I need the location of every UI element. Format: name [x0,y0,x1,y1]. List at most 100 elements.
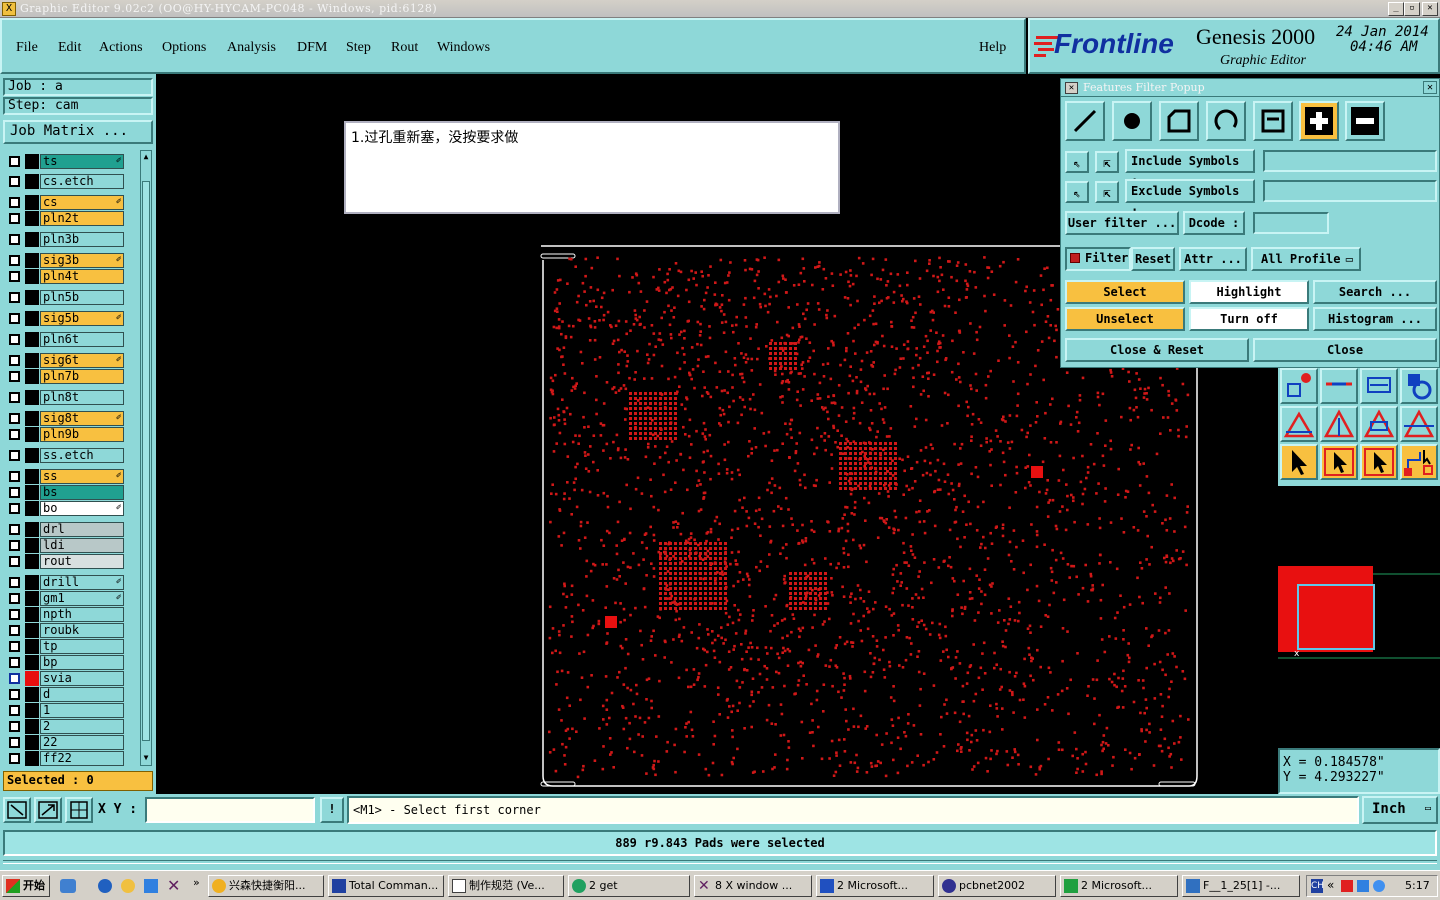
menu-analysis[interactable]: Analysis [227,40,276,56]
layer-color-swatch[interactable] [25,269,39,284]
layer-color-swatch[interactable] [25,485,39,500]
layer-name[interactable]: cs [40,195,124,210]
layer-name[interactable]: pln3b [40,232,124,247]
layer-color-swatch[interactable] [25,253,39,268]
layer-checkbox[interactable] [9,392,20,403]
layer-checkbox[interactable] [9,271,20,282]
layer-checkbox[interactable] [9,313,20,324]
layer-name[interactable]: ts [40,154,124,169]
delta-tool-4[interactable] [1400,406,1438,442]
layer-row[interactable]: sig8t ✐ [6,411,124,426]
layer-color-swatch[interactable] [25,195,39,210]
layer-checkbox[interactable] [9,234,20,245]
select-pointer-tool[interactable] [1280,444,1318,480]
include-popup-button[interactable]: ⇱ [1095,151,1119,173]
layer-row[interactable]: bs [6,485,124,500]
close-window-button[interactable]: ✕ [1422,2,1438,16]
xy-input[interactable] [145,797,315,823]
menu-windows[interactable]: Windows [437,40,490,56]
layer-row[interactable]: bp [6,655,124,670]
layer-color-swatch[interactable] [25,332,39,347]
select-button[interactable]: Select [1065,280,1185,304]
layer-row[interactable]: ts ✐ [6,154,124,169]
layer-color-swatch[interactable] [25,575,39,590]
pointer-frame-tool[interactable] [1360,444,1398,480]
menu-file[interactable]: File [16,40,38,56]
layer-checkbox[interactable] [9,524,20,535]
ruler-tool[interactable] [1360,368,1398,404]
filter-text-button[interactable] [1253,101,1293,141]
task-5[interactable]: ✕ 8 X window ... [694,875,812,897]
pointer-box-tool[interactable] [1320,444,1358,480]
layer-row[interactable]: ldi [6,538,124,553]
layer-color-swatch[interactable] [25,390,39,405]
layer-checkbox[interactable] [9,737,20,748]
filter-negative-button[interactable] [1345,101,1385,141]
layer-name[interactable]: ss.etch [40,448,124,463]
layer-checkbox[interactable] [9,292,20,303]
layer-checkbox[interactable] [9,371,20,382]
ime-icon[interactable]: CH [1311,879,1324,893]
popup-close-icon[interactable]: ✕ [1423,81,1437,94]
layer-checkbox[interactable] [9,471,20,482]
layer-name[interactable]: gm1 [40,591,124,606]
menu-options[interactable]: Options [162,40,206,56]
clock-app-icon[interactable] [121,879,135,893]
layer-row[interactable]: gm1 ✐ [6,591,124,606]
layer-color-swatch[interactable] [25,591,39,606]
layer-checkbox[interactable] [9,689,20,700]
tray-icon-1[interactable] [1341,880,1353,892]
layer-color-swatch[interactable] [25,427,39,442]
search-button[interactable]: Search ... [1313,280,1437,304]
layer-row[interactable]: svia [6,671,124,686]
task-4[interactable]: 2 get [568,875,690,897]
delta-tool-1[interactable] [1280,406,1318,442]
all-profile-dropdown[interactable]: All Profile ▭ [1251,247,1361,271]
layer-row[interactable]: pln5b [6,290,124,305]
layer-row[interactable]: cs ✐ [6,195,124,210]
layer-color-swatch[interactable] [25,501,39,516]
layer-color-swatch[interactable] [25,538,39,553]
layer-color-swatch[interactable] [25,154,39,169]
layer-checkbox[interactable] [9,429,20,440]
layer-name[interactable]: roubk [40,623,124,638]
filter-line-button[interactable] [1065,101,1105,141]
layer-name[interactable]: pln7b [40,369,124,384]
unselect-button[interactable]: Unselect [1065,307,1185,331]
layer-name[interactable]: rout [40,554,124,569]
reset-button[interactable]: Reset [1131,247,1175,271]
layer-color-swatch[interactable] [25,353,39,368]
layer-name[interactable]: cs.etch [40,174,124,189]
layer-row[interactable]: 1 [6,703,124,718]
menu-edit[interactable]: Edit [58,40,81,56]
layer-checkbox[interactable] [9,334,20,345]
filter-arc-button[interactable] [1206,101,1246,141]
layer-checkbox[interactable] [9,705,20,716]
layer-checkbox[interactable] [9,593,20,604]
menu-actions[interactable]: Actions [99,40,143,56]
layer-row[interactable]: ss.etch [6,448,124,463]
layer-name[interactable]: ldi [40,538,124,553]
measure-tool[interactable] [1320,368,1358,404]
layer-checkbox[interactable] [9,657,20,668]
layer-checkbox[interactable] [9,213,20,224]
more-icon[interactable]: » [193,876,200,889]
delta-tool-3[interactable] [1360,406,1398,442]
layer-color-swatch[interactable] [25,232,39,247]
exclude-popup-button[interactable]: ⇱ [1095,181,1119,203]
layer-name[interactable]: drl [40,522,124,537]
layer-name[interactable]: bs [40,485,124,500]
layer-color-swatch[interactable] [25,369,39,384]
highlight-button[interactable]: Highlight [1189,280,1309,304]
layer-name[interactable]: sig8t [40,411,124,426]
layer-row[interactable]: pln8t [6,390,124,405]
menu-dfm[interactable]: DFM [297,40,327,56]
menu-step[interactable]: Step [346,40,371,56]
layer-row[interactable]: pln7b [6,369,124,384]
layer-row[interactable]: drl [6,522,124,537]
layer-name[interactable]: pln2t [40,211,124,226]
layer-checkbox[interactable] [9,176,20,187]
zoom-window-button[interactable] [34,797,62,823]
layer-name[interactable]: 22 [40,735,124,750]
filter-surface-button[interactable] [1159,101,1199,141]
